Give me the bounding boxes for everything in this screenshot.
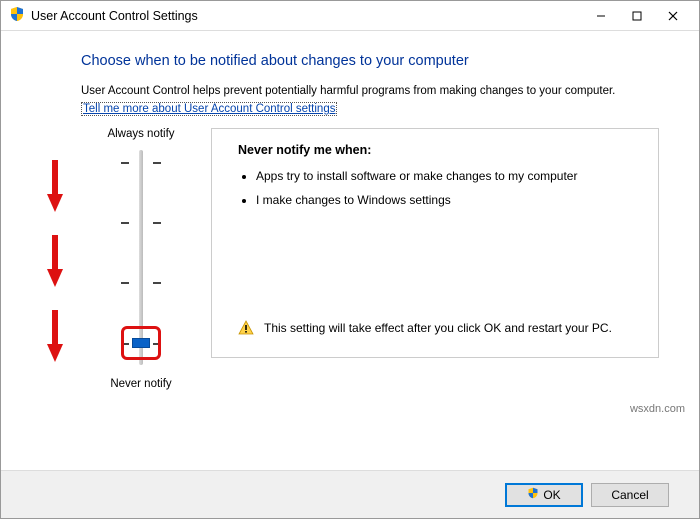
shield-icon xyxy=(527,487,539,502)
content-row: Always notify Never notify xyxy=(81,128,659,358)
description-panel: Never notify me when: Apps try to instal… xyxy=(211,128,659,358)
button-bar: OK Cancel xyxy=(1,470,699,518)
body: Choose when to be notified about changes… xyxy=(1,31,699,470)
warning-text: This setting will take effect after you … xyxy=(264,320,612,337)
window-title: User Account Control Settings xyxy=(31,9,583,23)
panel-bullets: Apps try to install software or make cha… xyxy=(238,167,640,209)
panel-bullet: Apps try to install software or make cha… xyxy=(256,167,640,185)
warning-icon xyxy=(238,320,254,341)
annotation-arrow-icon xyxy=(45,158,65,208)
window-controls xyxy=(583,2,691,30)
ok-button-label: OK xyxy=(543,488,560,502)
slider-thumb[interactable] xyxy=(132,338,150,348)
slider-label-top: Always notify xyxy=(81,128,201,140)
close-button[interactable] xyxy=(655,2,691,30)
slider-label-bottom: Never notify xyxy=(81,378,201,390)
annotation-arrow-icon xyxy=(45,308,65,358)
ok-button[interactable]: OK xyxy=(505,483,583,507)
slider-tick xyxy=(127,162,155,164)
cancel-button[interactable]: Cancel xyxy=(591,483,669,507)
cancel-button-label: Cancel xyxy=(611,488,648,502)
slider-highlight-box xyxy=(121,326,161,360)
slider-column: Always notify Never notify xyxy=(81,128,201,358)
slider-tick xyxy=(127,282,155,284)
page-description: User Account Control helps prevent poten… xyxy=(81,83,659,99)
panel-title: Never notify me when: xyxy=(238,143,640,157)
page-heading: Choose when to be notified about changes… xyxy=(81,53,659,69)
watermark: wsxdn.com xyxy=(630,403,685,415)
shield-icon xyxy=(9,6,25,25)
panel-bullet: I make changes to Windows settings xyxy=(256,191,640,209)
titlebar: User Account Control Settings xyxy=(1,1,699,31)
slider-tick xyxy=(127,222,155,224)
warning-row: This setting will take effect after you … xyxy=(238,320,640,341)
uac-settings-window: User Account Control Settings Choose whe… xyxy=(0,0,700,519)
minimize-button[interactable] xyxy=(583,2,619,30)
annotation-arrow-icon xyxy=(45,233,65,283)
maximize-button[interactable] xyxy=(619,2,655,30)
help-link[interactable]: Tell me more about User Account Control … xyxy=(81,102,337,116)
